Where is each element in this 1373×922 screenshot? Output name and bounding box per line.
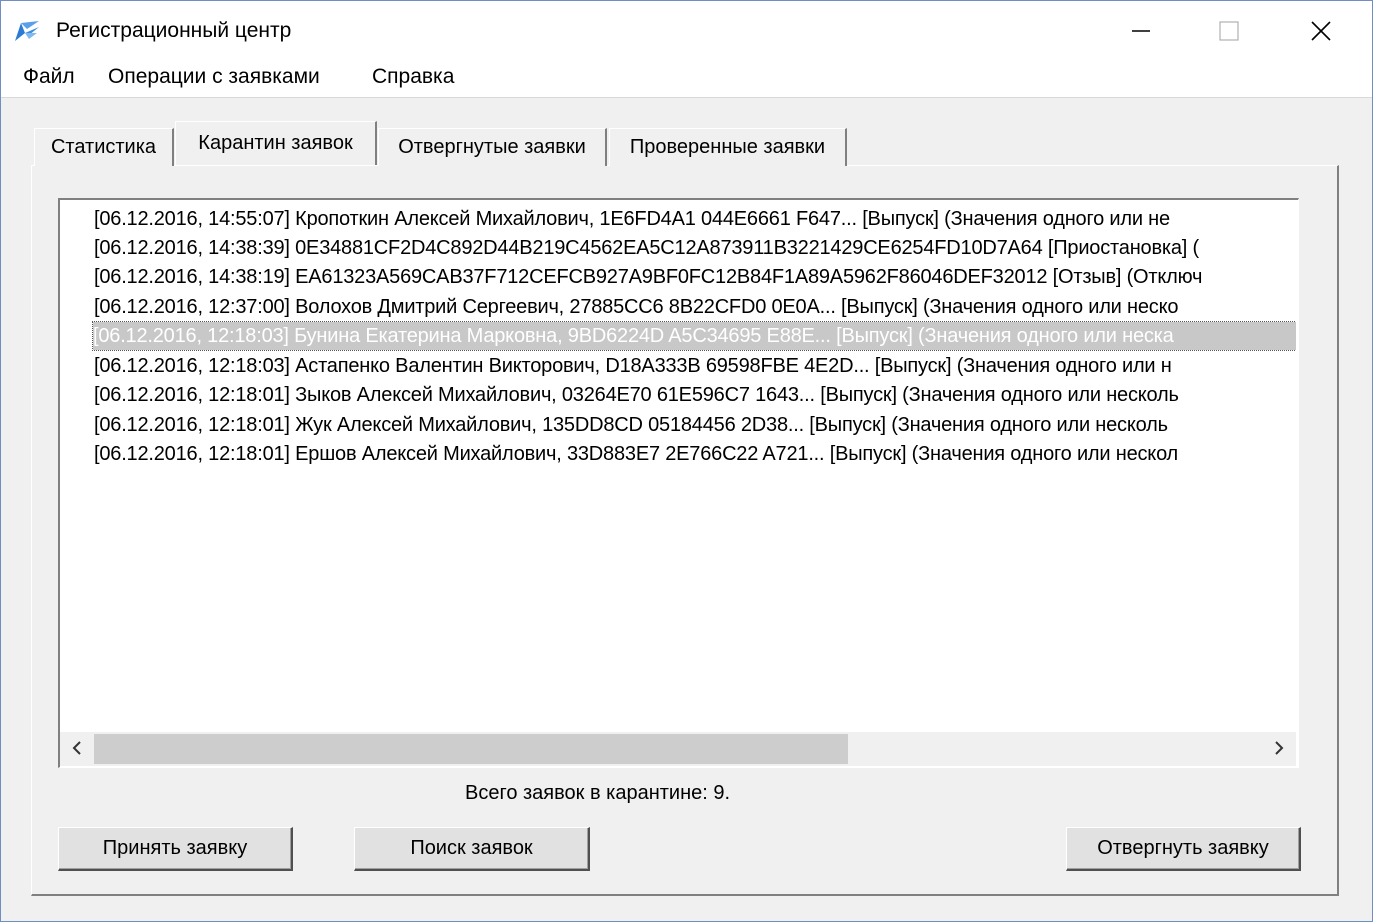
scroll-right-icon [1273, 738, 1285, 761]
list-item[interactable]: [06.12.2016, 14:38:39] 0E34881CF2D4C892D… [94, 234, 1296, 262]
minimize-button[interactable] [1111, 11, 1171, 51]
menu-file[interactable]: Файл [23, 65, 75, 89]
quarantine-count-label: Всего заявок в карантине: 9. [465, 782, 731, 804]
reject-request-button[interactable]: Отвергнуть заявку [1066, 827, 1301, 871]
window-title: Регистрационный центр [56, 19, 292, 42]
list-item-selected[interactable]: [06.12.2016, 12:18:03] Бунина Екатерина … [92, 321, 1296, 351]
scroll-left-button[interactable] [60, 732, 94, 766]
list-item[interactable]: [06.12.2016, 14:38:19] EA61323A569CAB37F… [94, 263, 1296, 291]
quarantine-list-items: [06.12.2016, 14:55:07] Кропоткин Алексей… [60, 200, 1296, 732]
close-icon [1309, 19, 1333, 43]
tab-quarantine[interactable]: Карантин заявок [175, 121, 377, 165]
horizontal-scrollbar[interactable] [60, 732, 1296, 766]
menu-help[interactable]: Справка [372, 65, 454, 89]
app-icon [13, 19, 41, 43]
scroll-left-icon [71, 738, 83, 761]
accept-request-button[interactable]: Принять заявку [58, 827, 293, 871]
tab-rejected[interactable]: Отвергнутые заявки [378, 128, 607, 166]
tab-verified[interactable]: Проверенные заявки [609, 128, 847, 166]
menu-bar: Файл Операции с заявками Справка [1, 57, 1372, 98]
title-bar[interactable]: Регистрационный центр [1, 1, 1372, 57]
minimize-icon [1130, 20, 1152, 42]
list-item[interactable]: [06.12.2016, 12:37:00] Волохов Дмитрий С… [94, 293, 1296, 321]
menu-request-operations[interactable]: Операции с заявками [108, 65, 320, 89]
quarantine-list[interactable]: [06.12.2016, 14:55:07] Кропоткин Алексей… [58, 198, 1299, 768]
maximize-icon [1218, 20, 1240, 42]
scrollbar-thumb[interactable] [94, 734, 848, 764]
list-item[interactable]: [06.12.2016, 12:18:03] Астапенко Валенти… [94, 352, 1296, 380]
list-item[interactable]: [06.12.2016, 12:18:01] Жук Алексей Михай… [94, 411, 1296, 439]
main-window: Регистрационный центр Файл Операции с за… [0, 0, 1373, 922]
scroll-right-button[interactable] [1262, 732, 1296, 766]
list-item[interactable]: [06.12.2016, 12:18:01] Зыков Алексей Мих… [94, 381, 1296, 409]
search-requests-button[interactable]: Поиск заявок [354, 827, 590, 871]
list-item[interactable]: [06.12.2016, 12:18:01] Ершов Алексей Мих… [94, 440, 1296, 468]
close-button[interactable] [1291, 11, 1351, 51]
maximize-button[interactable] [1199, 11, 1259, 51]
tab-statistics[interactable]: Статистика [34, 128, 174, 166]
list-item[interactable]: [06.12.2016, 14:55:07] Кропоткин Алексей… [94, 205, 1296, 233]
